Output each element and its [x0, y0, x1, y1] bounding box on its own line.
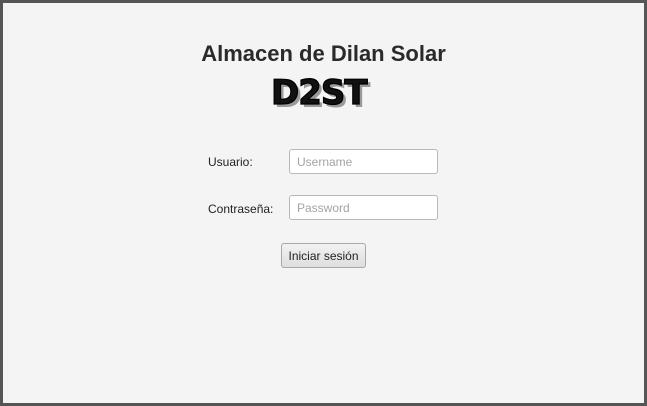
password-input[interactable]: [289, 195, 438, 220]
username-input[interactable]: [289, 149, 438, 174]
password-label: Contraseña:: [208, 202, 274, 216]
logo-image: D2ST D2ST: [270, 72, 372, 115]
app-title: Almacen de Dilan Solar: [201, 41, 446, 66]
logo-text: D2ST: [271, 73, 368, 113]
login-button[interactable]: Iniciar sesión: [281, 243, 366, 268]
username-label: Usuario:: [208, 155, 253, 169]
logo: D2ST D2ST: [264, 71, 394, 115]
login-window: Almacen de Dilan Solar D2ST D2ST Usuario…: [0, 0, 647, 406]
